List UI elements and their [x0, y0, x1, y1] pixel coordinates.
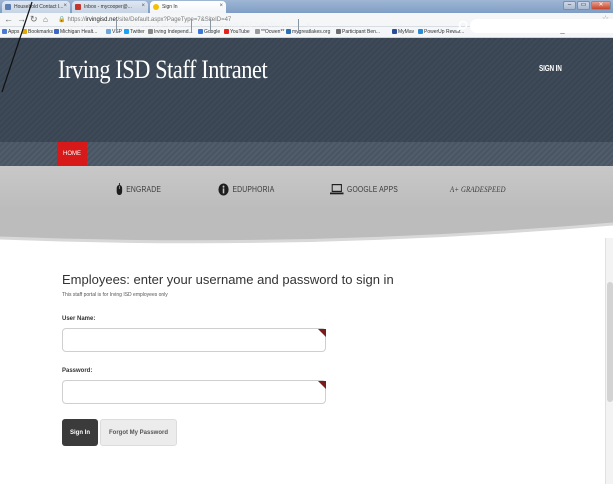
- login-subtitle: This staff portal is for Irving ISD empl…: [62, 292, 168, 298]
- search-input[interactable]: [470, 19, 613, 33]
- quicklink-label: A+ GRADESPEED: [450, 184, 506, 194]
- browser-tab-active[interactable]: Sign In ×: [150, 1, 226, 13]
- bookmark-participant[interactable]: Participant Ben...: [336, 29, 380, 35]
- nav-home-tab[interactable]: HOME: [57, 142, 87, 166]
- chevron-down-icon[interactable]: ▼: [190, 19, 210, 33]
- page-scrollbar[interactable]: [605, 238, 613, 484]
- sign-in-button[interactable]: Sign In: [62, 419, 98, 446]
- close-window-icon[interactable]: ✕: [591, 1, 611, 10]
- scrollbar-thumb[interactable]: [607, 282, 613, 402]
- quicklink-engrade[interactable]: ENGRADE: [116, 182, 161, 196]
- tab-label: Sign In: [162, 4, 178, 10]
- site-title[interactable]: Irving ISD Staff Intranet: [58, 55, 268, 85]
- reload-icon[interactable]: ↻: [30, 14, 38, 25]
- forgot-password-button[interactable]: Forgot My Password: [100, 419, 177, 446]
- tab-favicon-icon: [5, 4, 11, 10]
- home-icon[interactable]: ⌂: [43, 14, 48, 25]
- quicklink-label: GOOGLE APPS: [347, 184, 399, 194]
- browser-tab[interactable]: Household Contact I... ×: [2, 1, 70, 13]
- star-icon: [22, 29, 27, 34]
- apps-icon: [2, 29, 7, 34]
- username-field[interactable]: [62, 328, 326, 352]
- quicklink-eduphoria[interactable]: EDUPHORIA: [218, 182, 274, 196]
- field-corner-marker: [318, 381, 326, 389]
- info-icon: [218, 183, 229, 195]
- tab-close-icon[interactable]: ×: [63, 3, 67, 9]
- back-arrow-icon[interactable]: ←: [4, 14, 13, 25]
- translate-dropdown[interactable]: TRANSLATE THIS PAGE...: [209, 19, 298, 33]
- quicklink-label: EDUPHORIA: [232, 184, 275, 194]
- favicon-icon: [336, 29, 341, 34]
- select-school-dropdown[interactable]: SELECT A SCHOOL...: [115, 19, 191, 33]
- tab-favicon-icon: [153, 4, 159, 10]
- username-label: User Name:: [62, 316, 96, 322]
- forward-arrow-icon[interactable]: →: [17, 14, 26, 25]
- district-home-link[interactable]: DISTRICT HOME: [56, 19, 116, 33]
- bookmark-mymav[interactable]: MyMav: [392, 29, 414, 35]
- tab-label: Household Contact I...: [14, 4, 64, 10]
- laptop-icon: [330, 184, 344, 195]
- sign-in-link[interactable]: SIGN IN: [539, 64, 562, 73]
- tab-label: Inbox - mycooper@...: [84, 4, 132, 10]
- quicklink-google-apps[interactable]: GOOGLE APPS: [330, 182, 398, 196]
- tab-close-icon[interactable]: ×: [219, 3, 223, 9]
- top-nav: DISTRICT HOME SELECT A SCHOOL... ▼ TRANS…: [56, 19, 317, 33]
- header-curve: [0, 210, 613, 244]
- tab-close-icon[interactable]: ×: [141, 3, 145, 9]
- login-heading: Employees: enter your username and passw…: [62, 272, 394, 287]
- password-field[interactable]: [62, 380, 326, 404]
- favicon-icon: [418, 29, 423, 34]
- chevron-down-icon[interactable]: ▼: [298, 19, 317, 33]
- screen: Household Contact I... × Inbox - mycoope…: [0, 0, 613, 484]
- quick-links-bar: ENGRADE EDUPHORIA GOOGLE APPS A+ GRADESP…: [0, 166, 613, 210]
- channel-nav-bar: [0, 142, 613, 166]
- favicon-icon: [392, 29, 397, 34]
- bookmark-bookmarks[interactable]: Bookmarks: [22, 29, 53, 35]
- quicklink-gradespeed[interactable]: A+ GRADESPEED: [450, 182, 506, 196]
- window-controls: – ▭ ✕: [563, 1, 611, 11]
- browser-tab-bar: Household Contact I... × Inbox - mycoope…: [0, 0, 613, 13]
- minimize-icon[interactable]: –: [563, 1, 576, 10]
- quicklink-label: ENGRADE: [126, 184, 162, 194]
- password-label: Password:: [62, 368, 93, 374]
- gmail-favicon-icon: [75, 4, 81, 10]
- mouse-icon: [116, 182, 123, 195]
- search-icon[interactable]: [456, 20, 468, 32]
- browser-tab[interactable]: Inbox - mycooper@... ×: [72, 1, 148, 13]
- maximize-icon[interactable]: ▭: [577, 1, 590, 10]
- bookmark-apps[interactable]: Apps: [2, 29, 19, 35]
- field-corner-marker: [318, 329, 326, 337]
